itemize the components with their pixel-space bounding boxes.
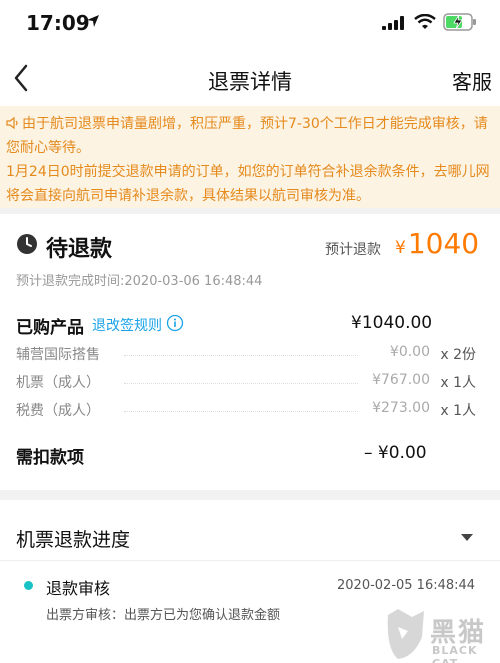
notice-line-1: 由于航司退票申请量剧增，积压严重，预计7-30个工作日才能完成审核，请您耐心等待… [6,112,494,160]
speaker-icon [6,116,18,130]
battery-charging-icon [443,13,476,31]
line-item-qty: x 1人 [440,403,476,419]
status-bar: 17:09 [0,0,500,48]
line-item: 机票（成人） ¥767.00 x 1人 [16,372,476,394]
deduction-label: 需扣款项 [16,448,84,468]
status-time: 17:09 [26,11,90,35]
location-arrow-icon [87,15,99,27]
step-time: 2020-02-05 16:48:44 [337,578,476,593]
notice-text-2: 1月24日0时前提交退款申请的订单，如您的订单符合补退余款条件，去哪儿网将会直接… [6,164,490,204]
dotted-leader [124,383,358,384]
customer-service-button[interactable]: 客服 [452,66,492,95]
line-item: 税费（成人） ¥273.00 x 1人 [16,400,476,422]
signal-icon [382,16,404,30]
line-item-name: 机票（成人） [16,375,100,391]
notice-text-1: 由于航司退票申请量剧增，积压严重，预计7-30个工作日才能完成审核，请您耐心等待… [6,116,488,156]
divider [0,560,500,561]
line-item-qty: x 1人 [440,375,476,391]
wifi-icon [414,14,436,29]
estimated-completion-time: 预计退款完成时间:2020-03-06 16:48:44 [16,274,263,289]
page-title: 退票详情 [208,70,292,94]
currency-symbol: ¥ [395,238,406,258]
step-title: 退款审核 [46,579,111,598]
watermark-subtext: BLACK CAT [432,644,478,663]
line-item-price: ¥767.00 [372,372,430,388]
collapse-triangle-icon[interactable] [460,533,474,542]
line-item-name: 辅营国际搭售 [16,347,100,363]
line-item-qty: x 2份 [440,347,476,363]
estimated-refund-value: 1040 [407,227,480,260]
line-item-name: 税费（成人） [16,403,100,419]
deduction-amount: – ¥0.00 [364,443,427,463]
nav-bar: 退票详情 客服 [0,48,500,106]
dotted-leader [124,411,358,412]
estimated-refund-amount: ¥1040 [395,227,479,260]
bought-products-amount: ¥1040.00 [351,313,433,333]
refund-status: 待退款 [46,237,113,262]
refund-rules-link[interactable]: 退改签规则 [92,315,162,335]
notice-banner: 由于航司退票申请量剧增，积压严重，预计7-30个工作日才能完成审核，请您耐心等待… [0,106,500,208]
estimated-refund-label: 预计退款 [325,242,381,258]
line-item-price: ¥0.00 [389,344,430,360]
line-item: 辅营国际搭售 ¥0.00 x 2份 [16,344,476,366]
dotted-leader [124,355,358,356]
step-description: 出票方审核：出票方已为您确认退款金额 [46,608,281,623]
clock-icon [17,234,37,254]
step-dot [24,581,33,590]
progress-title: 机票退款进度 [16,529,131,551]
bought-products-label: 已购产品 [16,318,84,338]
line-item-price: ¥273.00 [372,400,430,416]
refund-card: 待退款 预计退款 ¥1040 预计退款完成时间:2020-03-06 16:48… [0,214,500,490]
info-icon[interactable] [166,314,184,332]
